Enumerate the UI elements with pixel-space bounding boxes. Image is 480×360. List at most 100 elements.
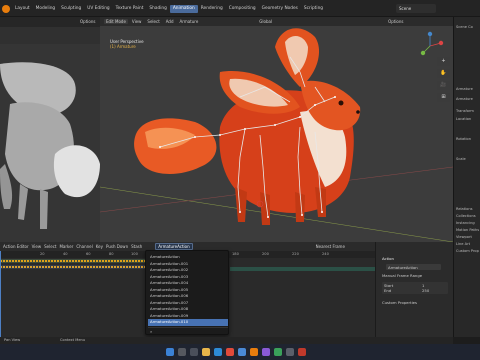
gray-fox-model [0, 44, 100, 242]
view-menu[interactable]: View [130, 19, 144, 24]
task-view-icon[interactable] [190, 348, 198, 356]
zoom-icon[interactable]: + [437, 57, 450, 66]
viewport-display-panel[interactable]: Viewport [456, 235, 472, 239]
frame-tick: 220 [292, 252, 299, 256]
editor-mode-selector[interactable]: Action Editor [3, 244, 29, 249]
mode-selector[interactable]: Edit Mode [104, 19, 128, 24]
custom-properties-panel[interactable]: Custom Prop [456, 249, 479, 253]
properties-panel: Scene Co Armature Armature Transform Loc… [453, 17, 480, 337]
frame-tick: 20 [40, 252, 45, 256]
motion-paths-panel[interactable]: Motion Paths [456, 228, 479, 232]
action-panel-title[interactable]: Action [382, 256, 394, 261]
action-selector[interactable]: ArmatureAction [155, 243, 193, 250]
properties-item[interactable]: Armature [456, 97, 473, 101]
line-art-panel[interactable]: Line Art [456, 242, 470, 246]
playhead[interactable] [0, 251, 1, 344]
keyframe-row[interactable] [0, 260, 147, 262]
grid-icon[interactable]: ⊞ [437, 93, 450, 102]
action-sidebar: Action ArmatureAction Manual Frame Range… [375, 242, 453, 337]
mail-icon[interactable] [238, 348, 246, 356]
scene-selector[interactable]: Scene [396, 4, 436, 13]
relations-panel[interactable]: Relations [456, 207, 473, 211]
app-icon[interactable] [286, 348, 294, 356]
file-explorer-icon[interactable] [202, 348, 210, 356]
viewport-header: Edit Mode View Select Add Armature Globa… [100, 17, 453, 26]
camera-view-area: Options [0, 17, 100, 242]
blender-logo-icon[interactable] [2, 4, 10, 13]
active-object-label: (1) Armature [110, 44, 136, 49]
select-menu[interactable]: Select [145, 19, 161, 24]
app-icon[interactable] [262, 348, 270, 356]
tab-sculpting[interactable]: Sculpting [58, 5, 84, 13]
keyframe-row[interactable] [0, 266, 147, 268]
channel-menu[interactable]: Channel [76, 244, 92, 249]
workspace-tabs: Layout Modeling Sculpting UV Editing Tex… [2, 0, 326, 17]
action-option-highlighted[interactable]: ArmatureAction.010 [148, 319, 228, 326]
transform-orientation[interactable]: Global [257, 19, 274, 24]
camera-view-header: Options [0, 17, 100, 27]
scale-field[interactable]: Scale [456, 157, 466, 161]
app-icon[interactable] [298, 348, 306, 356]
viewport-options[interactable]: Options [386, 19, 405, 24]
frame-range-fields: Start 1 End 250 [382, 282, 448, 294]
pan-hand-icon[interactable]: ✋ [437, 69, 450, 78]
tab-compositing[interactable]: Compositing [226, 5, 259, 13]
end-value[interactable]: 250 [422, 288, 429, 293]
action-name-field[interactable]: ArmatureAction [386, 264, 441, 270]
tab-geometry-nodes[interactable]: Geometry Nodes [259, 5, 301, 13]
add-menu[interactable]: Add [164, 19, 176, 24]
tab-scripting[interactable]: Scripting [301, 5, 326, 13]
properties-item[interactable]: Armature [456, 87, 473, 91]
frame-tick: 80 [109, 252, 114, 256]
edge-icon[interactable] [214, 348, 222, 356]
status-bar: Pan View Context Menu [0, 337, 453, 344]
location-field[interactable]: Location [456, 117, 471, 121]
view-menu[interactable]: View [32, 244, 42, 249]
manual-frame-range-checkbox[interactable]: Manual Frame Range [382, 273, 422, 278]
action-name-value: ArmatureAction [388, 264, 418, 270]
camera-viewport[interactable] [0, 44, 100, 242]
camera-icon[interactable]: 🎥 [437, 81, 450, 90]
viewport-scene [100, 17, 453, 242]
left-options-label[interactable]: Options [80, 19, 95, 24]
tab-rendering[interactable]: Rendering [198, 5, 226, 13]
3d-viewport[interactable]: Edit Mode View Select Add Armature Globa… [100, 17, 453, 242]
rotation-field[interactable]: Rotation [456, 137, 471, 141]
key-menu[interactable]: Key [96, 244, 103, 249]
status-context-menu: Context Menu [60, 338, 86, 342]
status-pan-view: Pan View [4, 338, 21, 342]
stash-button[interactable]: Stash [131, 244, 142, 249]
search-icon[interactable] [178, 348, 186, 356]
top-menu-bar: Layout Modeling Sculpting UV Editing Tex… [0, 0, 480, 17]
tab-shading[interactable]: Shading [146, 5, 169, 13]
collections-panel[interactable]: Collections [456, 214, 476, 218]
tab-texture-paint[interactable]: Texture Paint [113, 5, 147, 13]
tab-layout[interactable]: Layout [12, 5, 33, 13]
frame-tick: 200 [262, 252, 269, 256]
blender-taskbar-icon[interactable] [250, 348, 258, 356]
tab-uv-editing[interactable]: UV Editing [84, 5, 112, 13]
transform-panel[interactable]: Transform [456, 109, 474, 113]
action-search-input[interactable]: ⌕ [148, 327, 228, 334]
os-taskbar [0, 344, 480, 360]
push-down-button[interactable]: Push Down [106, 244, 128, 249]
chrome-icon[interactable] [274, 348, 282, 356]
frame-tick: 100 [131, 252, 138, 256]
store-icon[interactable] [226, 348, 234, 356]
end-label: End [384, 288, 392, 293]
frame-tick: 180 [232, 252, 239, 256]
frame-tick: 240 [322, 252, 329, 256]
marker-menu[interactable]: Marker [59, 244, 73, 249]
outliner-item[interactable]: Scene Co [456, 25, 473, 29]
search-icon: ⌕ [150, 329, 153, 334]
custom-properties-header[interactable]: Custom Properties [382, 300, 417, 305]
instancing-panel[interactable]: Instancing [456, 221, 475, 225]
snap-mode-selector[interactable]: Nearest Frame [316, 244, 345, 249]
armature-menu[interactable]: Armature [178, 19, 201, 24]
tab-modeling[interactable]: Modeling [33, 5, 59, 13]
tab-animation[interactable]: Animation [169, 4, 198, 13]
viewport-navigation-tools: + ✋ 🎥 ⊞ [434, 17, 453, 242]
frame-tick: 60 [86, 252, 91, 256]
start-icon[interactable] [166, 348, 174, 356]
select-menu[interactable]: Select [44, 244, 56, 249]
